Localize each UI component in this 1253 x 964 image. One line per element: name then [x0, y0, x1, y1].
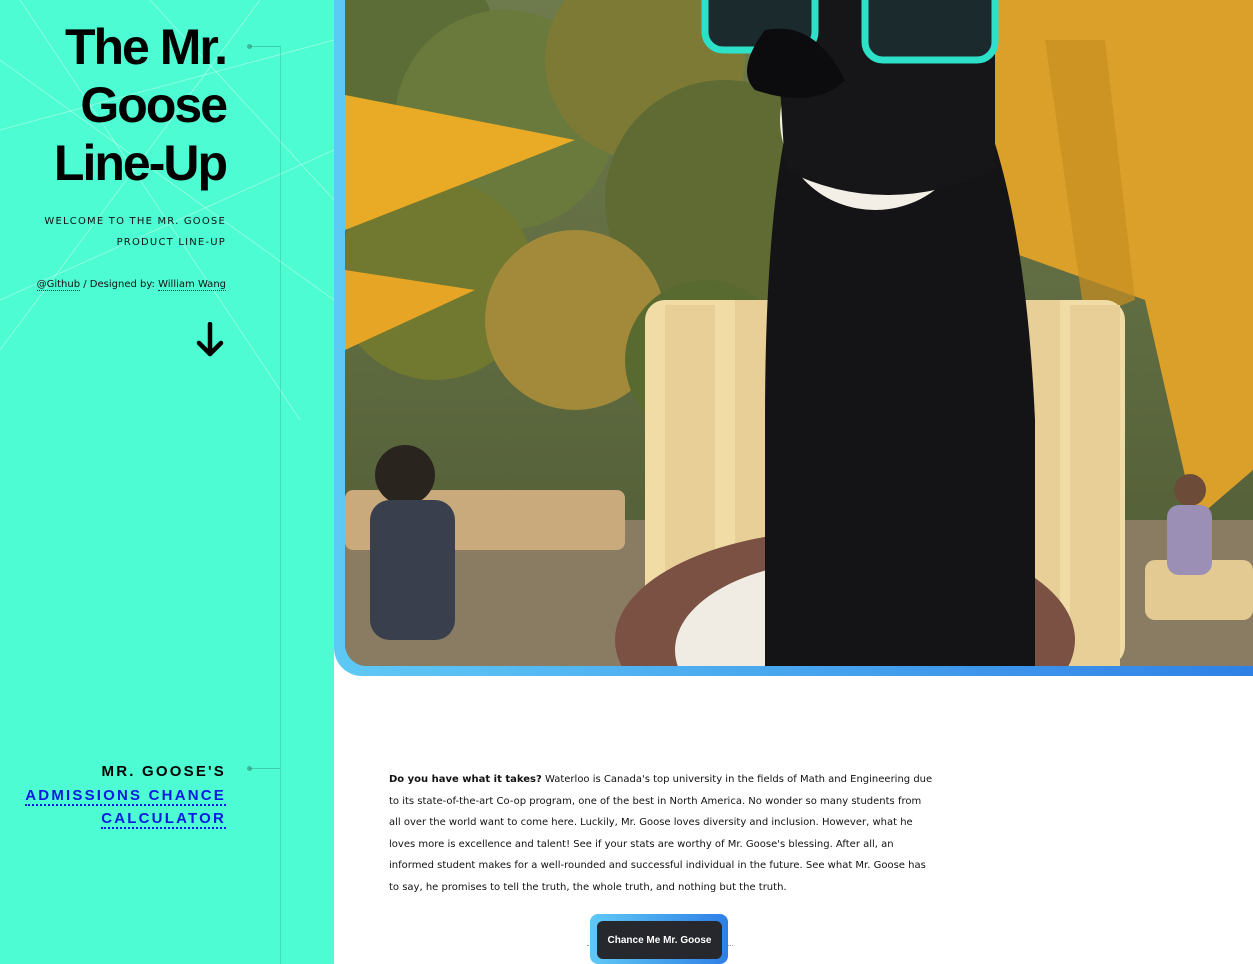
credits-separator: / Designed by:	[80, 279, 159, 290]
calculator-link[interactable]: ADMISSIONS CHANCE CALCULATOR	[25, 786, 226, 829]
description-lead: Do you have what it takes?	[389, 774, 542, 785]
timeline-dot	[247, 44, 252, 49]
description-paragraph: Do you have what it takes? Waterloo is C…	[389, 769, 934, 899]
github-link[interactable]: @Github	[36, 279, 81, 291]
page-title: The Mr. Goose Line-Up	[53, 19, 228, 191]
button-dotline-right	[728, 945, 733, 946]
chance-me-button[interactable]: Chance Me Mr. Goose	[597, 921, 722, 959]
arrow-down-icon[interactable]	[195, 322, 225, 358]
designer-link[interactable]: William Wang	[158, 279, 226, 291]
description-body: Waterloo is Canada's top university in t…	[389, 774, 933, 893]
welcome-subtitle: WELCOME TO THE MR. GOOSE PRODUCT LINE-UP	[44, 216, 226, 248]
timeline-tick	[250, 46, 280, 47]
sidebar: The Mr. Goose Line-Up WELCOME TO THE MR.…	[0, 0, 334, 964]
calculator-heading: MR. GOOSE'S ADMISSIONS CHANCE CALCULATOR	[6, 760, 226, 831]
calculator-prefix: MR. GOOSE'S	[101, 763, 226, 780]
hero-image	[345, 0, 1253, 666]
credits: @Github / Designed by: William Wang	[36, 279, 226, 291]
timeline-dot	[247, 766, 252, 771]
timeline-tick	[250, 768, 280, 769]
timeline-line	[280, 46, 281, 964]
goose-photo	[345, 0, 1253, 666]
